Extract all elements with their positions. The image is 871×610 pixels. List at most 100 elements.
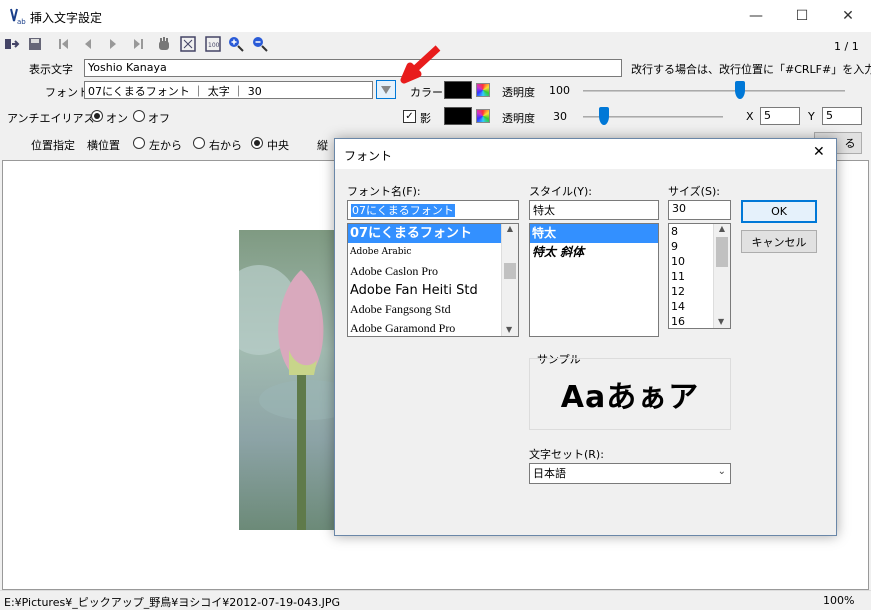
h-center-radio[interactable] (251, 137, 263, 149)
zoom-in-icon[interactable] (228, 36, 244, 52)
size-list-scrollbar[interactable]: ▲ ▼ (713, 224, 730, 328)
opacity-value: 100 (549, 84, 570, 97)
page-counter: 1 / 1 (834, 40, 859, 53)
font-option[interactable]: Adobe Caslon Pro (348, 262, 518, 281)
preview-image (219, 230, 359, 530)
maximize-button[interactable]: ☐ (779, 0, 825, 32)
style-option[interactable]: 特太 (530, 224, 658, 243)
minimize-button[interactable]: — (733, 0, 779, 32)
antialias-on-radio[interactable] (91, 110, 103, 122)
h-left-label: 左から (149, 139, 182, 152)
x-offset-input[interactable]: 5 (760, 107, 800, 125)
font-value-field[interactable]: 07にくまるフォント ｜ 太字 ｜ 30 (84, 81, 373, 99)
h-center-label: 中央 (267, 139, 289, 152)
antialias-label: アンチエイリアス (7, 112, 95, 125)
cancel-button[interactable]: キャンセル (741, 230, 817, 253)
sample-group: Aaあぁア (529, 358, 731, 430)
svg-text:100: 100 (208, 42, 220, 49)
actual-size-icon[interactable]: 100 (205, 36, 221, 52)
font-name-input[interactable]: 07にくまるフォント (347, 200, 519, 220)
style-option[interactable]: 特太 斜体 (530, 243, 658, 262)
chevron-down-icon[interactable]: ▼ (718, 317, 724, 326)
font-dialog-title: フォント (344, 149, 393, 163)
display-text-label: 表示文字 (29, 63, 73, 76)
ok-button[interactable]: OK (741, 200, 817, 223)
fit-icon[interactable] (180, 36, 196, 52)
chevron-down-icon (381, 85, 391, 94)
h-left-radio[interactable] (133, 137, 145, 149)
next-icon[interactable] (105, 36, 121, 52)
chevron-down-icon[interactable]: ▼ (506, 325, 512, 334)
size-list[interactable]: 8 9 10 11 12 14 16 ▲ ▼ (668, 223, 731, 329)
y-label: Y (808, 110, 815, 123)
prev-icon[interactable] (80, 36, 96, 52)
display-text-input[interactable]: Yoshio Kanaya (84, 59, 622, 77)
size-input[interactable]: 30 (668, 200, 731, 220)
file-path: E:¥Pictures¥_ピックアップ_野鳥¥ヨシコイ¥2012-07-19-0… (4, 596, 340, 609)
h-right-label: 右から (209, 139, 242, 152)
window-title: 挿入文字設定 (30, 11, 103, 25)
shadow-palette-icon[interactable] (476, 109, 490, 123)
shadow-color-swatch[interactable] (444, 107, 472, 125)
vertical-label: 縦 (317, 139, 328, 152)
charset-value: 日本語 (533, 467, 566, 480)
opacity-slider-thumb[interactable] (735, 81, 746, 99)
scroll-thumb[interactable] (716, 237, 728, 267)
charset-select[interactable]: 日本語 ⌄ (529, 463, 731, 484)
h-right-radio[interactable] (193, 137, 205, 149)
sample-text: Aaあぁア (560, 380, 700, 415)
font-dialog-close-icon[interactable]: ✕ (813, 144, 825, 160)
antialias-on-label: オン (106, 112, 128, 125)
color-label: カラー (410, 86, 443, 99)
palette-icon[interactable] (476, 83, 490, 97)
opacity-label: 透明度 (502, 86, 535, 99)
style-list[interactable]: 特太 特太 斜体 (529, 223, 659, 337)
import-icon[interactable] (4, 36, 20, 52)
font-option[interactable]: 07にくまるフォント (348, 224, 501, 243)
antialias-off-label: オフ (148, 112, 170, 125)
chevron-up-icon[interactable]: ▲ (714, 224, 730, 233)
opacity-slider-track[interactable] (583, 90, 845, 92)
first-page-icon[interactable] (56, 36, 72, 52)
save-icon[interactable] (27, 36, 43, 52)
apply-button-label: る (844, 137, 856, 150)
text-color-swatch[interactable] (444, 81, 472, 99)
y-offset-input[interactable]: 5 (822, 107, 862, 125)
close-button[interactable]: ✕ (825, 0, 871, 32)
font-option[interactable]: Adobe Garamond Pro (348, 319, 518, 336)
chevron-down-icon: ⌄ (717, 466, 726, 477)
charset-label: 文字セット(R): (529, 448, 604, 461)
position-label: 位置指定 (31, 139, 75, 152)
font-option[interactable]: Adobe Fan Heiti Std (348, 281, 518, 300)
font-dialog-titlebar: フォント ✕ (335, 139, 836, 169)
shadow-checkbox[interactable]: ✓ (403, 110, 416, 123)
last-page-icon[interactable] (130, 36, 146, 52)
style-label: スタイル(Y): (529, 185, 593, 198)
font-name-label: フォント名(F): (347, 185, 421, 198)
font-dropdown-button[interactable] (376, 80, 396, 99)
font-label: フォント (45, 86, 89, 99)
chevron-up-icon[interactable]: ▲ (502, 224, 518, 233)
shadow-opacity-label: 透明度 (502, 112, 535, 125)
font-option[interactable]: Adobe Fangsong Std (348, 300, 518, 319)
scroll-thumb[interactable] (504, 263, 516, 279)
shadow-opacity-slider-thumb[interactable] (598, 107, 609, 125)
newline-hint: 改行する場合は、改行位置に「#CRLF#」を入力 (631, 63, 871, 76)
zoom-level: 100% (823, 594, 855, 607)
x-label: X (746, 110, 754, 123)
pointer-arrow-icon (400, 45, 441, 84)
font-name-list[interactable]: 07にくまるフォント Adobe Arabic Adobe Caslon Pro… (347, 223, 519, 337)
size-label: サイズ(S): (668, 185, 720, 198)
status-bar: E:¥Pictures¥_ピックアップ_野鳥¥ヨシコイ¥2012-07-19-0… (0, 590, 871, 610)
shadow-opacity-value: 30 (553, 110, 567, 123)
font-dialog: フォント ✕ フォント名(F): 07にくまるフォント 07にくまるフォント A… (334, 138, 837, 536)
hand-icon[interactable] (156, 36, 172, 52)
horizontal-label: 横位置 (87, 139, 120, 152)
font-list-scrollbar[interactable]: ▲ ▼ (501, 224, 518, 336)
title-bar: ab 挿入文字設定 — ☐ ✕ (0, 0, 871, 32)
zoom-out-icon[interactable] (252, 36, 268, 52)
style-input[interactable]: 特太 (529, 200, 659, 220)
antialias-off-radio[interactable] (133, 110, 145, 122)
app-icon: ab (10, 8, 26, 25)
font-option[interactable]: Adobe Arabic (348, 243, 518, 262)
